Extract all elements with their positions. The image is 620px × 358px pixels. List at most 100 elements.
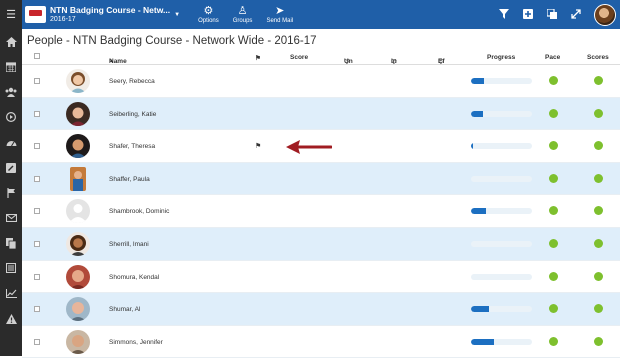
row-checkbox[interactable] — [34, 143, 40, 150]
row-checkbox[interactable] — [34, 208, 40, 215]
calendar-icon[interactable] — [0, 54, 22, 79]
progress-bar — [471, 78, 532, 84]
table-row[interactable]: Simmons, Jennifer — [22, 326, 620, 358]
alert-icon[interactable] — [0, 306, 22, 331]
row-checkbox[interactable] — [34, 338, 40, 345]
table-row[interactable]: Shomura, Kendal — [22, 261, 620, 294]
student-name[interactable]: Shambrook, Dominic — [109, 208, 169, 215]
table-row[interactable]: Shumar, Al — [22, 293, 620, 326]
progress-bar — [471, 208, 532, 215]
sidebar — [0, 29, 22, 356]
pace-status-dot — [549, 141, 558, 151]
row-checkbox[interactable] — [34, 240, 40, 247]
progress-column-header[interactable]: Progress — [487, 54, 515, 61]
options-button[interactable]: ⚙ Options — [198, 5, 219, 25]
edit-icon[interactable] — [0, 155, 22, 180]
select-all-checkbox[interactable] — [34, 53, 40, 59]
progress-bar — [471, 306, 532, 313]
course-title: NTN Badging Course - Netw... — [50, 4, 171, 15]
play-icon[interactable] — [0, 105, 22, 130]
pace-status-dot — [549, 304, 558, 314]
table-row[interactable]: Seery, Rebecca — [22, 65, 620, 98]
dashboard-icon[interactable] — [0, 130, 22, 155]
avatar — [66, 297, 90, 322]
home-icon[interactable] — [0, 29, 22, 54]
pace-status-dot — [549, 336, 558, 346]
mail-icon[interactable] — [0, 205, 22, 230]
table-row[interactable]: Shaffer, Paula — [22, 162, 620, 196]
pace-status-dot — [549, 108, 558, 118]
documents-icon[interactable] — [0, 231, 22, 256]
row-checkbox[interactable] — [34, 78, 40, 84]
caret-down-icon[interactable]: ▼ — [174, 12, 180, 18]
table-row[interactable]: Sherrill, Imani — [22, 227, 620, 261]
avatar — [66, 264, 90, 289]
student-name[interactable]: Shomura, Kendal — [109, 274, 159, 281]
scores-status-dot — [594, 141, 603, 151]
groups-button[interactable]: ♙ Groups — [233, 5, 253, 25]
flag-icon[interactable] — [0, 180, 22, 205]
progress-bar — [471, 338, 532, 345]
score-column-header[interactable]: Score — [290, 54, 308, 61]
progress-bar — [471, 110, 532, 117]
scores-column-header[interactable]: Scores — [587, 54, 609, 61]
pace-status-dot — [549, 76, 558, 85]
people-icon[interactable] — [0, 79, 22, 104]
hamburger-icon[interactable]: ☰ — [0, 0, 22, 29]
avatar — [66, 101, 90, 126]
avatar — [70, 166, 86, 191]
progress-fill — [471, 338, 495, 345]
scores-status-dot — [594, 76, 603, 85]
progress-bar — [471, 240, 532, 247]
progress-fill — [471, 306, 490, 313]
progress-fill — [471, 143, 473, 150]
student-name[interactable]: Sherrill, Imani — [109, 241, 149, 248]
student-table: Seery, Rebecca Seiberling, Katie Shafer,… — [22, 65, 620, 358]
student-name[interactable]: Shafer, Theresa — [109, 143, 155, 150]
row-checkbox[interactable] — [34, 306, 40, 313]
course-logo — [25, 6, 46, 23]
progress-bar — [471, 273, 532, 280]
user-avatar[interactable] — [594, 3, 616, 26]
annotation-arrow — [286, 140, 332, 154]
row-checkbox[interactable] — [34, 175, 40, 182]
groups-label: Groups — [232, 17, 253, 24]
student-name[interactable]: Seiberling, Katie — [109, 111, 156, 118]
send-icon: ➤ — [275, 4, 285, 17]
course-year: 2016-17 — [50, 15, 76, 23]
top-bar: ☰ NTN Badging Course - Netw... 2016-17 ▼… — [0, 0, 620, 29]
flag-column-icon[interactable]: ⚑ — [255, 54, 261, 62]
main-content: People - NTN Badging Course - Network Wi… — [22, 29, 620, 358]
options-label: Options — [198, 17, 219, 24]
student-name[interactable]: Seery, Rebecca — [109, 78, 155, 85]
progress-fill — [471, 208, 486, 215]
progress-bar — [471, 175, 532, 182]
table-row[interactable]: Seiberling, Katie — [22, 97, 620, 131]
pace-status-dot — [549, 271, 558, 281]
row-checkbox[interactable] — [34, 273, 40, 280]
progress-bar — [471, 143, 532, 150]
scores-status-dot — [594, 108, 603, 118]
send-mail-button[interactable]: ➤ Send Mail — [266, 5, 293, 25]
sort-asc-icon: ▲ — [109, 58, 114, 64]
row-checkbox[interactable] — [34, 110, 40, 117]
add-icon[interactable] — [522, 8, 534, 22]
chart-icon[interactable] — [0, 281, 22, 306]
student-name[interactable]: Shumar, Al — [109, 306, 140, 313]
copy-icon[interactable] — [546, 7, 558, 22]
table-row[interactable]: Shambrook, Dominic — [22, 195, 620, 228]
avatar — [66, 329, 90, 354]
course-selector[interactable]: NTN Badging Course - Netw... 2016-17 ▼ — [25, 0, 180, 29]
filter-icon[interactable] — [498, 8, 510, 22]
student-name[interactable]: Simmons, Jennifer — [109, 339, 163, 346]
list-icon[interactable] — [0, 256, 22, 281]
scores-status-dot — [594, 206, 603, 216]
pace-status-dot — [549, 238, 558, 248]
flag-icon[interactable]: ⚑ — [255, 142, 261, 150]
expand-icon[interactable] — [570, 8, 582, 22]
avatar — [66, 134, 90, 159]
student-name[interactable]: Shaffer, Paula — [109, 176, 150, 183]
pace-column-header[interactable]: Pace — [545, 54, 560, 61]
progress-fill — [471, 78, 485, 84]
table-header: Name ▲ ⚑ Score ♡ Un ♡ In ♡ Ef Progress P… — [22, 50, 620, 66]
